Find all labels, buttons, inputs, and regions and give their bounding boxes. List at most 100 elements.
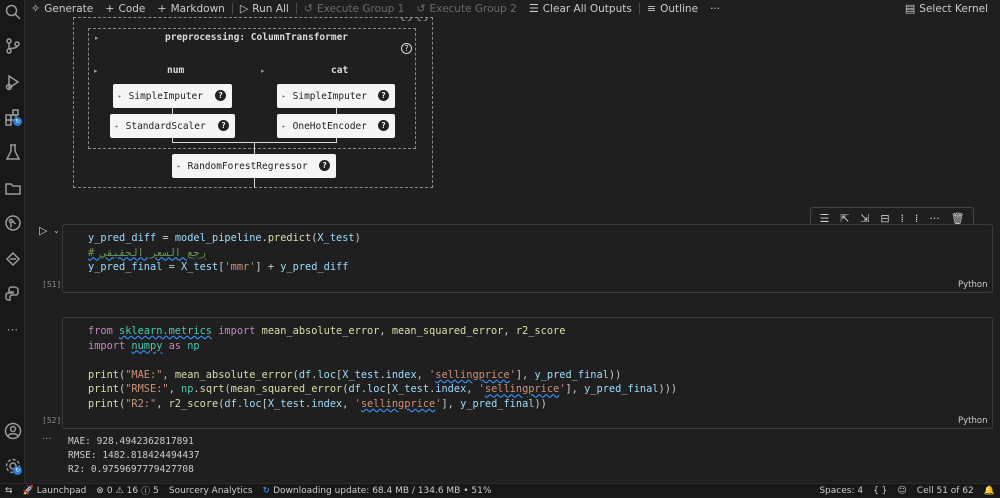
insert-after-icon[interactable]: ⁞ (915, 212, 919, 225)
delete-cell-icon[interactable]: 🗑 (951, 212, 965, 225)
outline-label: Outline (660, 2, 699, 15)
info-count: 5 (153, 485, 159, 496)
sync-icon: ↻ (262, 485, 271, 496)
more-actions-icon[interactable]: ··· (929, 212, 940, 225)
execution-count: [51] (42, 280, 62, 289)
search-icon[interactable] (3, 2, 22, 21)
run-all-button[interactable]: ▷ Run All (234, 0, 295, 17)
plus-icon: + (105, 2, 115, 15)
settings-gear-icon[interactable]: ↻ (3, 456, 22, 475)
extensions-icon[interactable]: ↻ (3, 107, 22, 126)
git-graph-icon[interactable] (3, 213, 22, 232)
cell-52-source[interactable]: from sklearn.metrics import mean_absolut… (88, 324, 677, 412)
cell-language-label[interactable]: Python (958, 416, 987, 426)
execute-group-1-button[interactable]: ↺ Execute Group 1 (298, 0, 411, 17)
more-label: ··· (710, 2, 721, 15)
download-update-item[interactable]: ↻ Downloading update: 68.4 MB / 134.6 MB … (258, 486, 497, 496)
execute-below-icon[interactable]: ⇲ (860, 212, 869, 225)
generate-label: Generate (44, 2, 94, 15)
execute-group-2-button[interactable]: ↺ Execute Group 2 (410, 0, 523, 17)
settings-update-badge: ↻ (13, 466, 22, 475)
connector-line (254, 178, 255, 188)
standardscaler-box[interactable]: ▸ StandardScaler? (110, 114, 235, 138)
execute-group-2-label: Execute Group 2 (429, 2, 517, 15)
output-rmse: RMSE: 1482.818424494437 (68, 450, 200, 461)
language-braces-item[interactable]: { } (868, 486, 892, 496)
expand-triangle-icon: ▸ (118, 92, 122, 100)
num-simpleimputer-box[interactable]: ▸ SimpleImputer? (113, 84, 232, 108)
execute-above-icon[interactable]: ⇱ (840, 212, 849, 225)
help-icon[interactable]: ? (378, 120, 389, 131)
indentation-item[interactable]: Spaces: 4 (814, 486, 868, 496)
cat-simpleimputer-box[interactable]: ▸ SimpleImputer? (277, 84, 395, 108)
randomforestregressor-box[interactable]: ▸ RandomForestRegressor? (172, 154, 336, 178)
run-options-chevron-icon[interactable]: ⌄ (53, 226, 60, 235)
cat-label[interactable]: cat (331, 65, 348, 76)
launchpad-item[interactable]: 🚀 Launchpad (18, 486, 92, 496)
cell-language-label[interactable]: Python (958, 280, 987, 290)
remote-icon: ⇆ (5, 485, 13, 496)
bell-icon: 🔔 (983, 486, 995, 496)
insert-before-icon[interactable]: ⁞ (900, 212, 904, 225)
expand-triangle-icon: ▸ (177, 162, 181, 170)
help-icon[interactable]: ? (378, 90, 389, 101)
output-r2: R2: 0.9759697779427708 (68, 464, 194, 475)
error-icon: ⊗ (96, 485, 104, 496)
copilot-item[interactable]: ☺ (892, 486, 911, 496)
preprocessing-label[interactable]: preprocessing: ColumnTransformer (165, 32, 348, 43)
help-icon[interactable]: ? (218, 120, 229, 131)
execution-count: [52] (42, 416, 62, 425)
account-icon[interactable] (3, 421, 22, 440)
code-line: import numpy as np (88, 339, 200, 352)
sparkle-icon: ✧ (31, 2, 41, 15)
outline-button[interactable]: ≡ Outline (641, 0, 704, 17)
code-line: # رجع السعر الحقيقي (88, 246, 206, 259)
notifications-item[interactable]: 🔔 (979, 486, 1000, 496)
clear-outputs-button[interactable]: ☰ Clear All Outputs (523, 0, 638, 17)
code-line: y_pred_diff = model_pipeline.predict(X_t… (88, 232, 361, 244)
run-cell-icon[interactable]: ▷ (39, 224, 47, 237)
testing-icon[interactable] (3, 142, 22, 161)
expand-triangle-icon[interactable]: ▸ (95, 34, 99, 42)
expand-triangle-icon[interactable]: ▸ (94, 67, 98, 75)
remote-icon[interactable] (3, 249, 22, 268)
estimator-label: StandardScaler (125, 120, 206, 132)
expand-triangle-icon[interactable]: ▸ (261, 67, 265, 75)
run-all-icon: ▷ (239, 2, 249, 15)
problems-item[interactable]: ⊗ 0 ⚠ 16 ⓘ 5 (91, 484, 164, 498)
run-all-label: Run All (252, 2, 289, 15)
code-label: Code (118, 2, 146, 15)
expand-triangle-icon: ▸ (115, 122, 119, 130)
execute-group-1-label: Execute Group 1 (317, 2, 405, 15)
source-control-icon[interactable] (3, 36, 22, 55)
help-icon[interactable]: ? (215, 90, 226, 101)
warning-icon: ⚠ (115, 485, 124, 496)
python-icon[interactable] (3, 284, 22, 303)
cell-51-source[interactable]: y_pred_diff = model_pipeline.predict(X_t… (88, 231, 361, 275)
estimator-label: SimpleImputer (128, 90, 203, 102)
extensions-update-badge: ↻ (13, 117, 22, 126)
explorer-folder-icon[interactable] (3, 178, 22, 197)
remote-status[interactable]: ⇆ (0, 486, 18, 496)
run-debug-icon[interactable] (3, 72, 22, 91)
onehotencoder-box[interactable]: ▸ OneHotEncoder? (277, 114, 395, 138)
add-markdown-button[interactable]: + Markdown (151, 0, 230, 17)
help-icon[interactable]: ? (401, 43, 412, 54)
sourcery-item[interactable]: Sourcery Analytics (164, 486, 258, 496)
braces-label: { } (873, 486, 888, 496)
generate-button[interactable]: ✧ Generate (25, 0, 99, 17)
warning-count: 16 (126, 485, 139, 496)
num-label[interactable]: num (167, 65, 184, 76)
clear-all-icon: ☰ (528, 2, 539, 15)
add-code-button[interactable]: + Code (99, 0, 151, 17)
select-kernel-button[interactable]: ▤ Select Kernel (899, 0, 994, 17)
estimator-label: SimpleImputer (292, 90, 367, 102)
estimator-label: OneHotEncoder (292, 120, 367, 132)
cell-position-item[interactable]: Cell 51 of 62 (912, 486, 979, 496)
output-actions-icon[interactable]: ··· (42, 434, 52, 445)
run-by-line-icon[interactable]: ☰ (819, 212, 829, 225)
toolbar-more-button[interactable]: ··· (704, 0, 726, 17)
split-cell-icon[interactable]: ⊟ (880, 212, 889, 225)
more-icon[interactable]: ··· (3, 320, 22, 339)
help-icon[interactable]: ? (319, 160, 330, 171)
